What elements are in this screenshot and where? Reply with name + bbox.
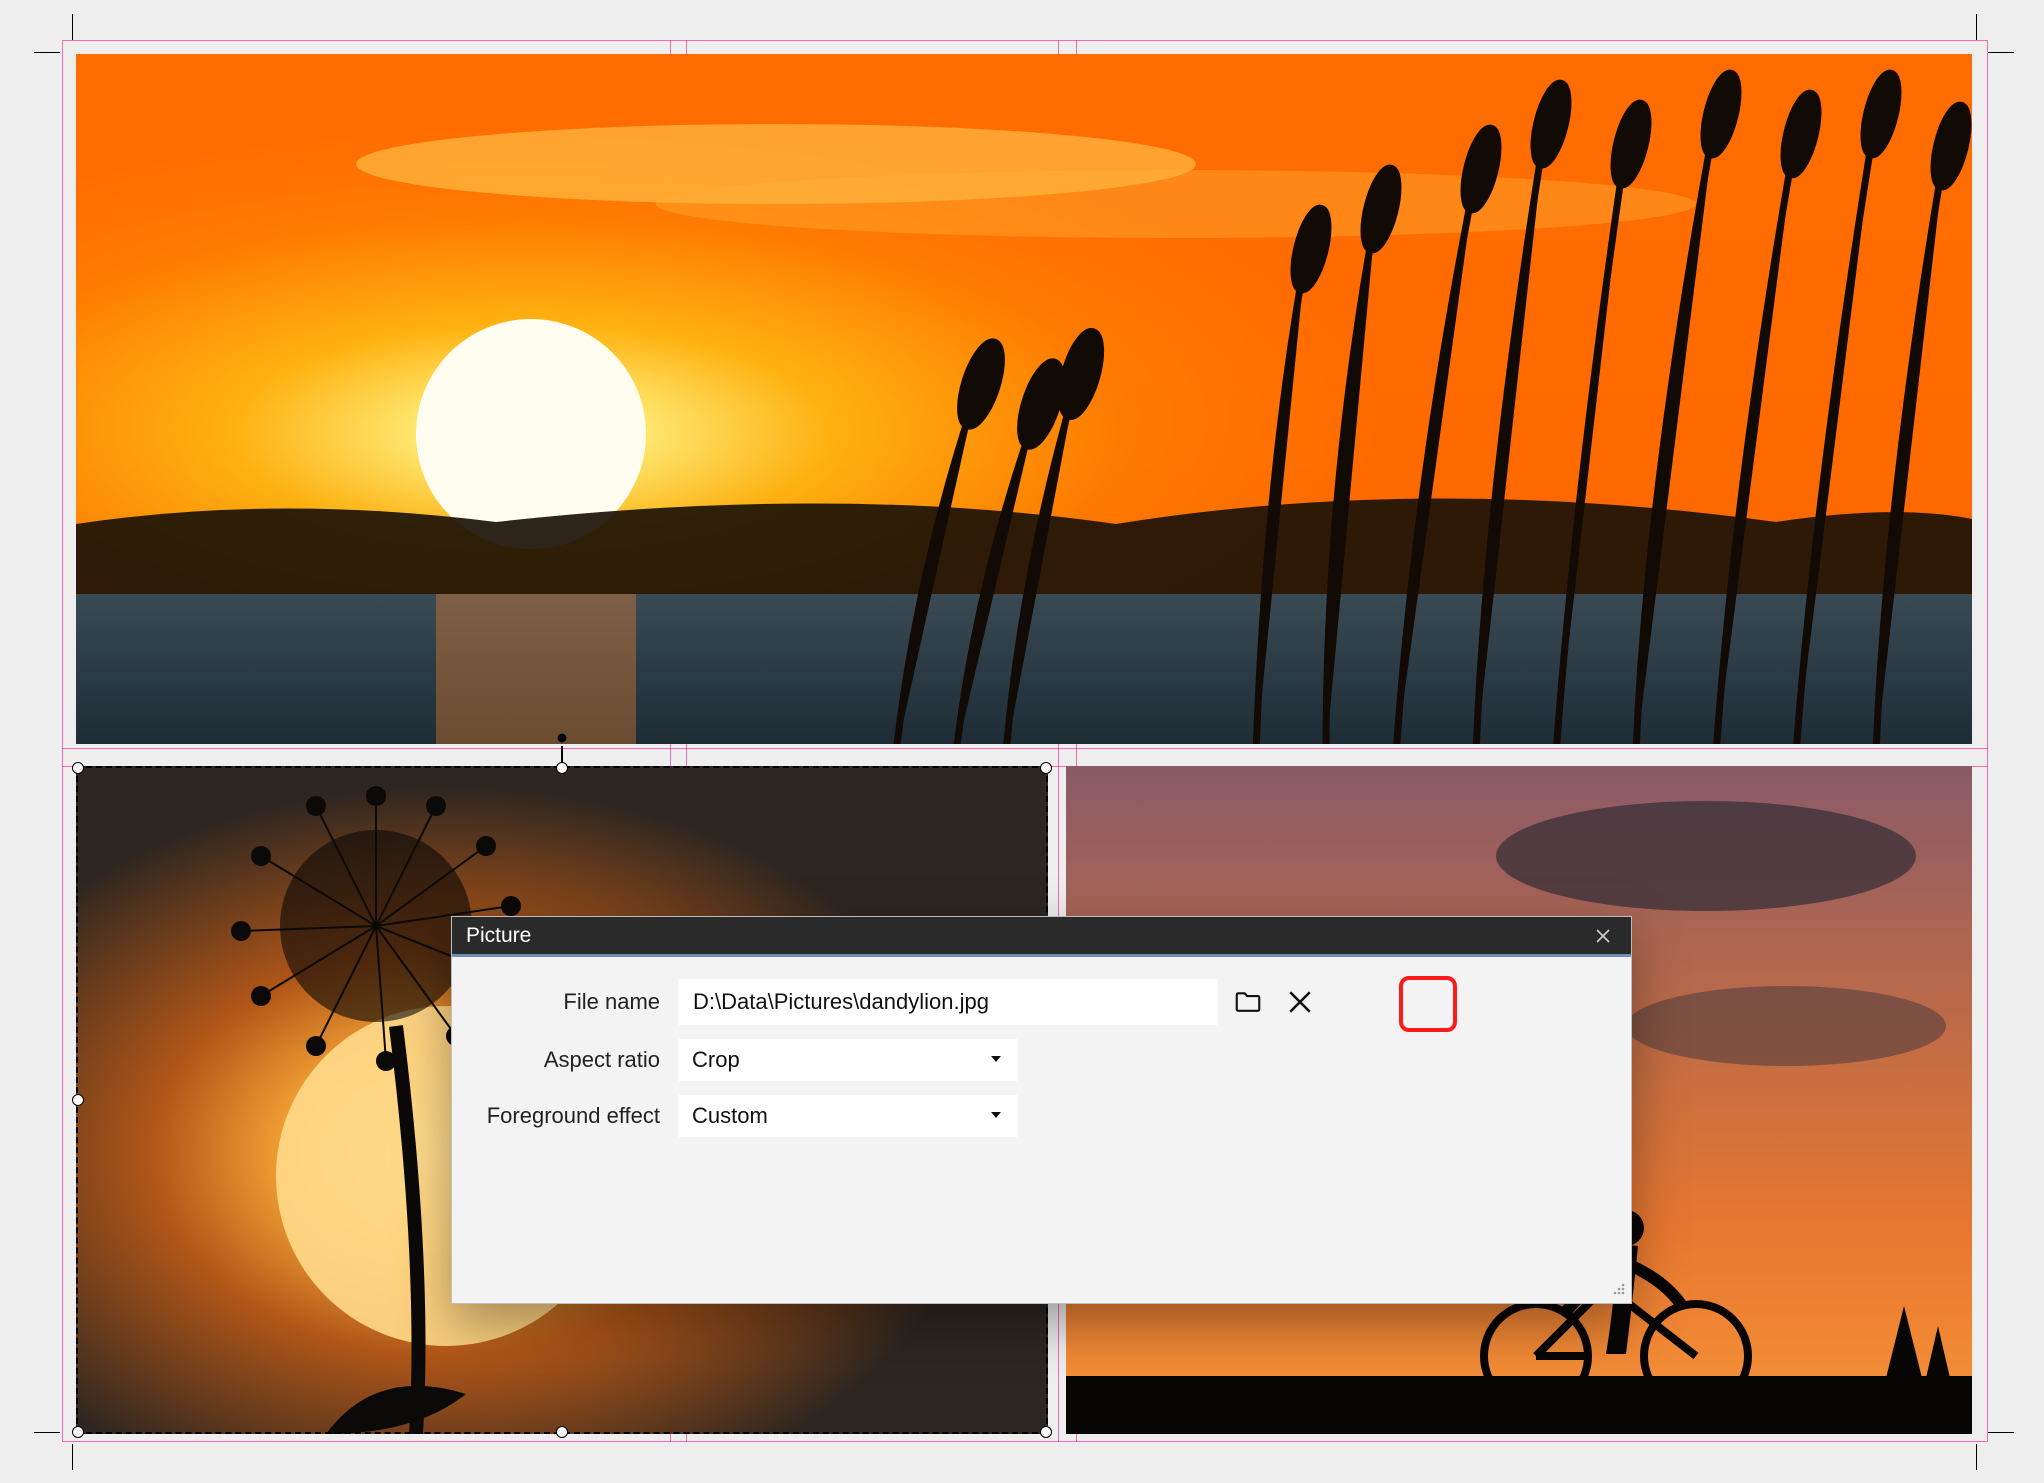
crop-mark [72, 1444, 73, 1470]
row-aspect-ratio: Aspect ratio Crop [482, 1039, 1601, 1081]
image-sunset-reeds[interactable] [76, 54, 1972, 744]
crop-mark [34, 1432, 60, 1433]
design-canvas[interactable]: Picture File name D:\Data\Pictures\dandy… [0, 0, 2044, 1483]
clear-file-button[interactable] [1278, 980, 1322, 1024]
aspect-ratio-value: Crop [692, 1047, 740, 1073]
row-foreground-effect: Foreground effect Custom [482, 1095, 1601, 1137]
dialog-titlebar[interactable]: Picture [452, 917, 1631, 957]
chevron-down-icon [988, 1047, 1004, 1073]
file-name-value: D:\Data\Pictures\dandylion.jpg [693, 989, 989, 1015]
close-icon [1595, 928, 1611, 944]
crop-mark [1976, 14, 1977, 40]
folder-icon [1233, 987, 1263, 1017]
row-guide [62, 748, 1988, 749]
crop-mark [1988, 52, 2014, 53]
aspect-ratio-select[interactable]: Crop [678, 1039, 1018, 1081]
picture-dialog[interactable]: Picture File name D:\Data\Pictures\dandy… [451, 916, 1632, 1304]
row-file-name: File name D:\Data\Pictures\dandylion.jpg [482, 979, 1601, 1025]
aspect-ratio-label: Aspect ratio [482, 1047, 678, 1073]
file-name-label: File name [482, 989, 678, 1015]
chevron-down-icon [988, 1103, 1004, 1129]
browse-button[interactable] [1226, 980, 1270, 1024]
x-icon [1287, 989, 1313, 1015]
foreground-effect-value: Custom [692, 1103, 768, 1129]
dialog-resize-gripper[interactable] [1609, 1281, 1627, 1299]
foreground-effect-label: Foreground effect [482, 1103, 678, 1129]
dialog-body: File name D:\Data\Pictures\dandylion.jpg [452, 957, 1631, 1181]
file-name-input[interactable]: D:\Data\Pictures\dandylion.jpg [678, 979, 1218, 1025]
crop-mark [72, 14, 73, 40]
crop-mark [1976, 1444, 1977, 1470]
dialog-title: Picture [466, 924, 531, 948]
dialog-close-button[interactable] [1589, 922, 1617, 950]
crop-mark [1988, 1432, 2014, 1433]
crop-mark [34, 52, 60, 53]
foreground-effect-select[interactable]: Custom [678, 1095, 1018, 1137]
